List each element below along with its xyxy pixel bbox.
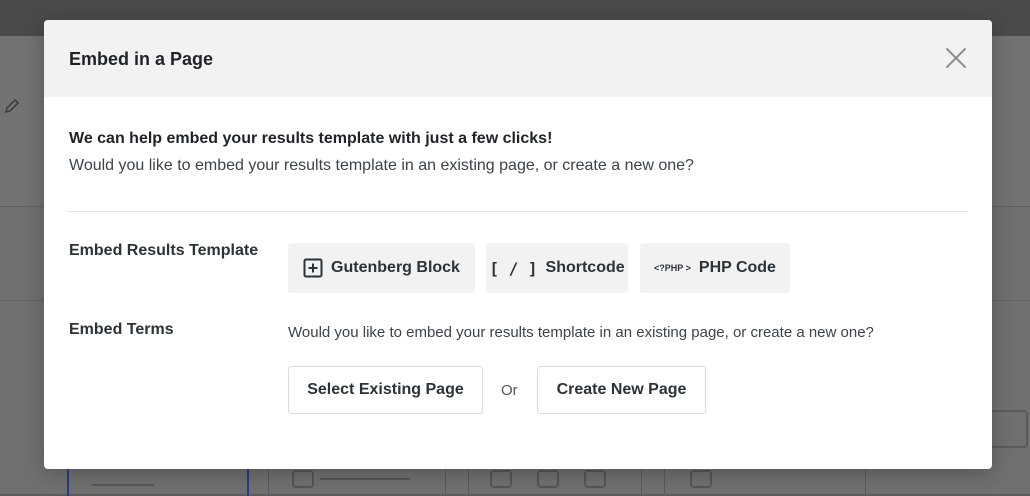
- background-shape: [490, 470, 512, 488]
- shortcode-label: Shortcode: [545, 259, 625, 276]
- php-code-button[interactable]: <?PHP > PHP Code: [640, 243, 790, 293]
- background-shape: [690, 470, 712, 488]
- background-shape: [292, 470, 314, 488]
- modal-title: Embed in a Page: [69, 49, 214, 69]
- modal-header: Embed in a Page: [44, 20, 992, 97]
- intro-section: We can help embed your results template …: [69, 130, 694, 175]
- close-icon[interactable]: [944, 46, 968, 70]
- plus-square-icon: [303, 258, 323, 278]
- background-shape: [537, 470, 559, 488]
- background-shape: [584, 470, 606, 488]
- embed-terms-label: Embed Terms: [69, 321, 174, 338]
- embed-terms-text: Would you like to embed your results tem…: [288, 324, 874, 341]
- background-box: [990, 410, 1028, 448]
- create-new-page-button[interactable]: Create New Page: [537, 366, 706, 414]
- gutenberg-block-button[interactable]: Gutenberg Block: [288, 243, 475, 293]
- select-existing-page-button[interactable]: Select Existing Page: [288, 366, 483, 414]
- php-icon: <?PHP >: [654, 263, 691, 273]
- shortcode-button[interactable]: [ / ] Shortcode: [486, 243, 628, 293]
- php-code-label: PHP Code: [698, 259, 776, 276]
- intro-title: We can help embed your results template …: [69, 130, 553, 147]
- embed-modal: Embed in a Page We can help embed your r…: [44, 20, 992, 469]
- background-line: [92, 484, 154, 486]
- intro-text: Would you like to embed your results tem…: [69, 157, 694, 174]
- shortcode-icon: [ / ]: [489, 258, 538, 278]
- gutenberg-block-label: Gutenberg Block: [331, 259, 460, 276]
- section-divider: [69, 211, 968, 212]
- embed-template-label: Embed Results Template: [69, 242, 259, 259]
- or-text: Or: [501, 382, 518, 399]
- background-line: [320, 478, 410, 480]
- pencil-icon: [4, 98, 20, 114]
